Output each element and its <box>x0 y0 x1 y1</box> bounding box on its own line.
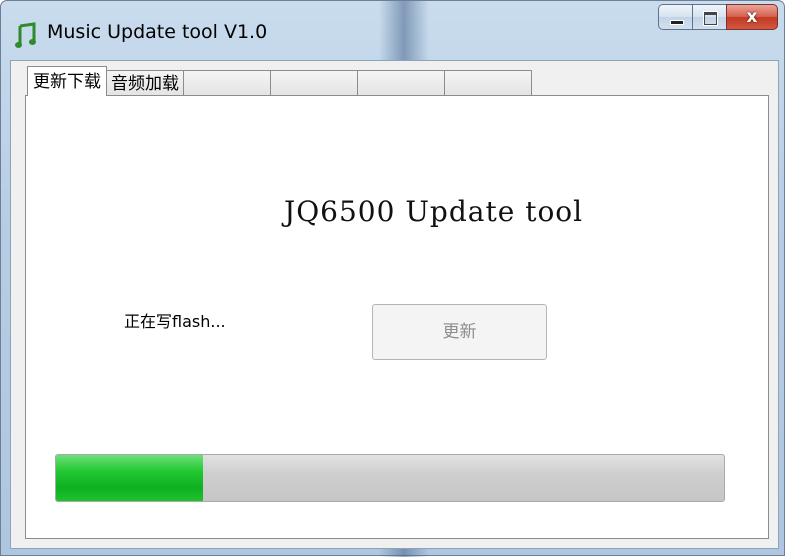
tab-empty-2[interactable] <box>270 70 358 96</box>
client-area: 更新下载 音频加载 JQ6500 Update tool 正在写flash...… <box>10 60 779 549</box>
minimize-button[interactable] <box>658 4 692 30</box>
tab-empty-4[interactable] <box>444 70 532 96</box>
update-button[interactable]: 更新 <box>372 304 547 360</box>
maximize-icon <box>704 12 717 25</box>
progress-fill <box>56 455 203 501</box>
progress-bar <box>55 454 725 502</box>
app-window: Music Update tool V1.0 x 更新下载 音频加载 JQ650… <box>0 0 785 557</box>
tab-strip: 更新下载 音频加载 <box>27 66 532 96</box>
status-text: 正在写flash... <box>124 312 226 331</box>
caption-buttons: x <box>658 4 778 30</box>
page-title: JQ6500 Update tool <box>284 195 584 228</box>
tab-update-download[interactable]: 更新下载 <box>27 66 107 96</box>
music-note-icon <box>15 21 37 49</box>
close-button[interactable]: x <box>726 4 778 30</box>
tab-audio-load[interactable]: 音频加载 <box>106 70 184 96</box>
close-icon: x <box>746 7 758 27</box>
minimize-icon <box>670 20 684 25</box>
window-title: Music Update tool V1.0 <box>47 21 268 43</box>
maximize-button[interactable] <box>692 4 726 30</box>
tab-empty-1[interactable] <box>183 70 271 96</box>
tab-panel-update: JQ6500 Update tool 正在写flash... 更新 <box>25 95 769 539</box>
tab-empty-3[interactable] <box>357 70 445 96</box>
title-bar[interactable]: Music Update tool V1.0 x <box>1 1 785 53</box>
